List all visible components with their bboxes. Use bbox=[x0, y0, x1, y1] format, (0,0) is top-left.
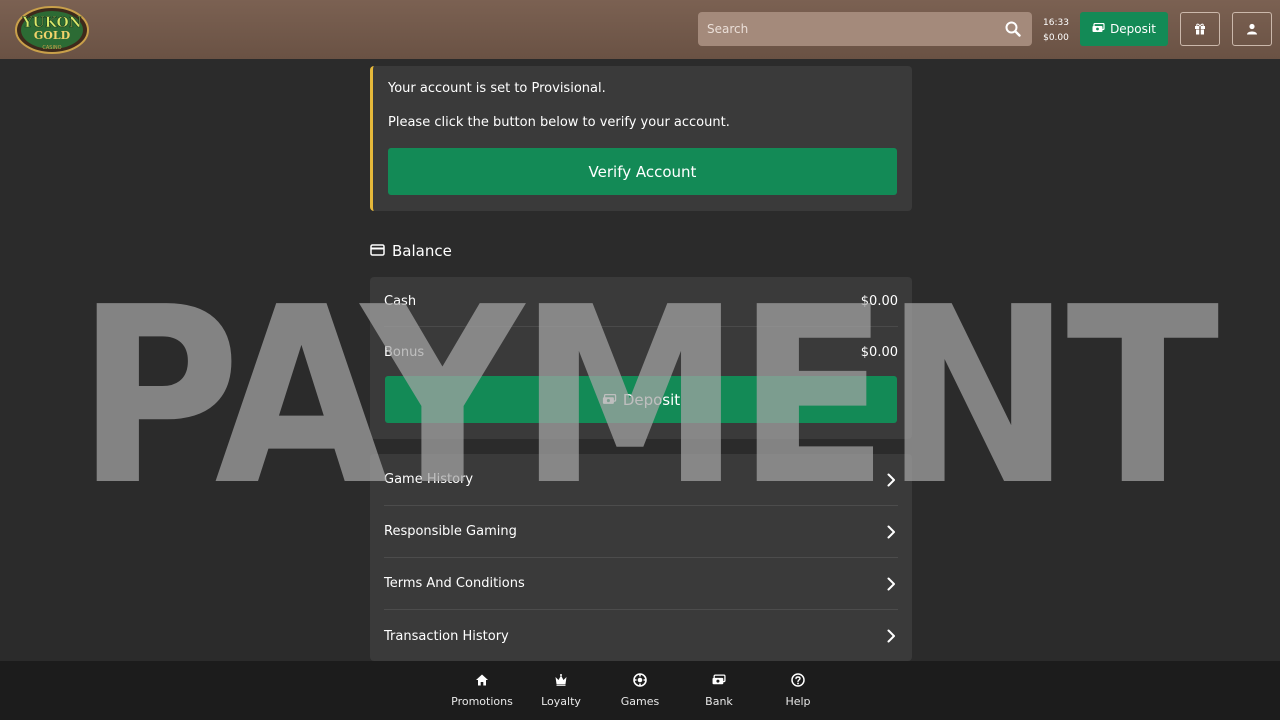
balance-row-bonus: Bonus $0.00 bbox=[384, 327, 898, 377]
cash-icon bbox=[1092, 22, 1105, 36]
bottom-nav: Promotions Loyalty Games Bank Help bbox=[0, 661, 1280, 720]
chevron-right-icon bbox=[884, 577, 898, 591]
header-balance: $0.00 bbox=[1043, 33, 1069, 43]
menu-item-transaction-history[interactable]: Transaction History bbox=[384, 610, 898, 662]
crown-icon bbox=[554, 673, 568, 690]
deposit-label: Deposit bbox=[622, 390, 681, 409]
home-icon bbox=[475, 673, 489, 690]
menu-item-label: Terms And Conditions bbox=[384, 576, 525, 591]
balance-card: Cash $0.00 Bonus $0.00 Deposit bbox=[370, 277, 912, 439]
menu-item-terms-and-conditions[interactable]: Terms And Conditions bbox=[384, 558, 898, 610]
header-deposit-button[interactable]: Deposit bbox=[1080, 12, 1168, 46]
chevron-right-icon bbox=[884, 629, 898, 643]
nav-label: Games bbox=[620, 695, 660, 708]
search-box bbox=[698, 12, 1032, 46]
header-deposit-label: Deposit bbox=[1110, 22, 1156, 36]
help-icon bbox=[791, 673, 805, 690]
balance-label: Bonus bbox=[384, 344, 425, 360]
svg-text:GOLD: GOLD bbox=[34, 29, 71, 42]
account-button[interactable] bbox=[1232, 12, 1272, 46]
account-menu: Game History Responsible Gaming Terms An… bbox=[370, 454, 912, 661]
menu-item-responsible-gaming[interactable]: Responsible Gaming bbox=[384, 506, 898, 558]
balance-value: $0.00 bbox=[860, 344, 898, 360]
nav-label: Bank bbox=[705, 695, 733, 708]
svg-text:CASINO: CASINO bbox=[42, 45, 61, 51]
menu-item-label: Responsible Gaming bbox=[384, 524, 517, 539]
balance-heading: Balance bbox=[370, 240, 912, 262]
verify-account-button[interactable]: Verify Account bbox=[388, 148, 897, 195]
balance-row-cash: Cash $0.00 bbox=[384, 277, 898, 327]
cash-icon bbox=[602, 391, 617, 409]
search-input[interactable] bbox=[698, 12, 988, 46]
balance-label: Cash bbox=[384, 294, 417, 309]
nav-promotions[interactable]: Promotions bbox=[442, 661, 522, 720]
top-header: YUKON GOLD CASINO 16:33 $0.00 Deposit bbox=[0, 0, 1280, 59]
nav-help[interactable]: Help bbox=[758, 661, 838, 720]
notice-status-text: Your account is set to Provisional. bbox=[388, 81, 606, 96]
gift-icon bbox=[1194, 20, 1206, 39]
casino-logo[interactable]: YUKON GOLD CASINO bbox=[14, 5, 90, 55]
deposit-button[interactable]: Deposit bbox=[385, 376, 897, 423]
chevron-right-icon bbox=[884, 525, 898, 539]
search-icon[interactable] bbox=[1004, 20, 1022, 38]
balance-title: Balance bbox=[392, 242, 452, 260]
menu-item-game-history[interactable]: Game History bbox=[384, 454, 898, 506]
clock-balance: 16:33 $0.00 bbox=[1040, 16, 1072, 46]
notice-instruction-text: Please click the button below to verify … bbox=[388, 115, 730, 130]
wallet-icon bbox=[370, 242, 385, 260]
nav-label: Promotions bbox=[451, 695, 513, 708]
nav-label: Help bbox=[785, 695, 811, 708]
clock-time: 16:33 bbox=[1043, 18, 1069, 28]
nav-loyalty[interactable]: Loyalty bbox=[521, 661, 601, 720]
cash-icon bbox=[712, 673, 726, 690]
menu-item-label: Game History bbox=[384, 472, 474, 487]
balance-value: $0.00 bbox=[860, 294, 898, 309]
provisional-notice: Your account is set to Provisional. Plea… bbox=[370, 66, 912, 211]
nav-games[interactable]: Games bbox=[600, 661, 680, 720]
gift-button[interactable] bbox=[1180, 12, 1220, 46]
nav-label: Loyalty bbox=[541, 695, 581, 708]
chevron-right-icon bbox=[884, 473, 898, 487]
nav-bank[interactable]: Bank bbox=[679, 661, 759, 720]
user-icon bbox=[1246, 20, 1258, 39]
chip-icon bbox=[633, 673, 647, 690]
menu-item-label: Transaction History bbox=[384, 628, 509, 644]
